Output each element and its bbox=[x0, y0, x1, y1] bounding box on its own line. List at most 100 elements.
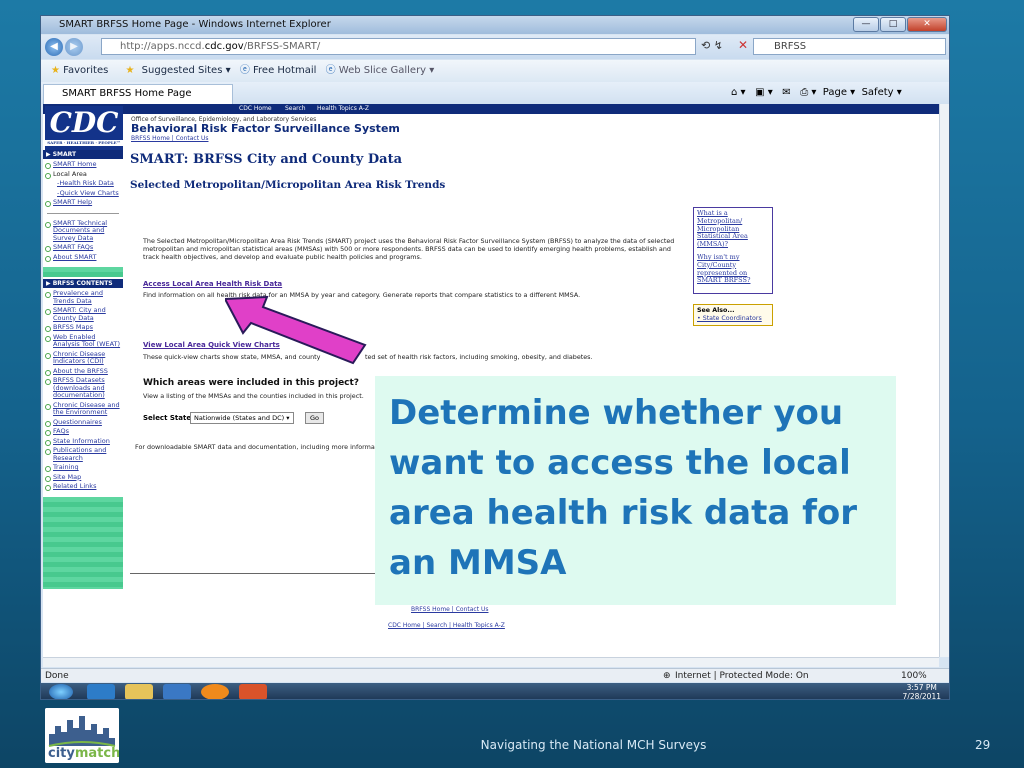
citymatch-logo: citymatch bbox=[45, 708, 119, 763]
sidebar-item[interactable]: -Health Risk Data bbox=[43, 179, 123, 188]
select-state-dropdown[interactable]: Nationwide (States and DC) ▾ bbox=[190, 412, 294, 424]
instruction-text: Determine whether you want to access the… bbox=[389, 393, 858, 583]
safety-menu[interactable]: Safety ▾ bbox=[862, 87, 902, 98]
start-button[interactable] bbox=[49, 684, 73, 699]
sidebar-item[interactable]: SMART FAQs bbox=[43, 243, 123, 252]
taskbar-ie-icon[interactable] bbox=[87, 684, 115, 699]
close-window-button[interactable]: ✕ bbox=[907, 17, 947, 32]
status-text: Done bbox=[45, 671, 69, 681]
command-bar: ⌂ ▾ ▣ ▾ ✉ ⎙ ▾ Page ▾ Safety ▾ bbox=[731, 82, 902, 104]
sidebar-item[interactable]: Site Map bbox=[43, 473, 123, 481]
stop-icon[interactable]: ✕ bbox=[738, 38, 748, 52]
sidebar-item[interactable]: Prevalence and Trends Data bbox=[43, 289, 123, 305]
sidebar-divider bbox=[47, 212, 119, 214]
sidebar-smart-header: ▶ SMART bbox=[43, 150, 123, 159]
window-title: SMART BRFSS Home Page - Windows Internet… bbox=[59, 19, 331, 30]
what-is-mmsa-link[interactable]: What is a Metropolitan/ Micropolitan Sta… bbox=[697, 209, 769, 249]
page-subheading: Selected Metropolitan/Micropolitan Area … bbox=[130, 179, 446, 191]
nav-search[interactable]: Search bbox=[285, 104, 306, 114]
nav-health-topics[interactable]: Health Topics A-Z bbox=[317, 104, 369, 114]
slide-footer-text: Navigating the National MCH Surveys bbox=[480, 738, 707, 752]
sidebar-smart-list-2: SMART Technical Documents and Survey Dat… bbox=[43, 219, 123, 261]
footer-links-cdc[interactable]: CDC Home | Search | Health Topics A-Z bbox=[388, 622, 505, 629]
page-menu[interactable]: Page ▾ bbox=[823, 87, 855, 98]
favorites-bar: ★ Favorites ★ Suggested Sites ▾ ⓔ Free H… bbox=[41, 60, 949, 82]
sidebar-item[interactable]: BRFSS Datasets (downloads and documentat… bbox=[43, 376, 123, 400]
free-hotmail-link[interactable]: Free Hotmail bbox=[253, 65, 316, 76]
select-state-value: Nationwide (States and DC) bbox=[194, 414, 285, 422]
suggested-sites-link[interactable]: Suggested Sites ▾ bbox=[142, 65, 231, 76]
cdc-logo-tagline: SAFER · HEALTHIER · PEOPLE™ bbox=[45, 140, 123, 146]
sidebar-item[interactable]: Training bbox=[43, 463, 123, 472]
forward-arrow-icon[interactable]: ▶ bbox=[65, 38, 83, 56]
access-health-risk-link[interactable]: Access Local Area Health Risk Data bbox=[143, 280, 282, 288]
search-input[interactable]: BRFSS bbox=[753, 38, 946, 55]
favorites-button[interactable]: Favorites bbox=[63, 65, 108, 76]
cdc-logo-text: CDC bbox=[49, 106, 119, 139]
ie-icon-2: ⓔ bbox=[325, 65, 336, 76]
sidebar-item[interactable]: About the BRFSS bbox=[43, 367, 123, 375]
left-sidebar: ▶ SMART SMART Home Local Area -Health Risk… bbox=[43, 150, 123, 657]
sidebar-item[interactable]: About SMART bbox=[43, 253, 123, 261]
security-zone[interactable]: Internet | Protected Mode: On bbox=[675, 669, 809, 683]
window-titlebar: SMART BRFSS Home Page - Windows Internet… bbox=[41, 16, 949, 34]
mmsa-info-box: What is a Metropolitan/ Micropolitan Sta… bbox=[693, 207, 773, 294]
taskbar-powerpoint-icon[interactable] bbox=[239, 684, 267, 699]
nav-cdc-home[interactable]: CDC Home bbox=[239, 104, 272, 114]
system-clock[interactable]: 3:57 PM 7/28/2011 bbox=[903, 683, 941, 699]
horizontal-scrollbar[interactable] bbox=[43, 657, 939, 667]
web-slice-link[interactable]: Web Slice Gallery ▾ bbox=[339, 65, 435, 76]
access-health-risk-desc: Find information on all health risk data… bbox=[143, 291, 581, 299]
sidebar-item[interactable]: State Information bbox=[43, 437, 123, 445]
header-title: Behavioral Risk Factor Surveillance Syst… bbox=[131, 122, 400, 135]
back-arrow-icon[interactable]: ◀ bbox=[45, 38, 63, 56]
sidebar-item[interactable]: Chronic Disease and the Environment bbox=[43, 401, 123, 417]
why-not-represented-link[interactable]: Why isn't my City/County represented on … bbox=[697, 253, 769, 285]
sidebar-item[interactable]: Related Links bbox=[43, 482, 123, 491]
feeds-icon[interactable]: ▣ ▾ bbox=[755, 87, 773, 98]
minimize-button[interactable]: — bbox=[853, 17, 879, 32]
add-favorite-icon[interactable]: ★ bbox=[126, 65, 135, 76]
sidebar-item[interactable]: SMART Help bbox=[43, 198, 123, 207]
tab-label: SMART BRFSS Home Page bbox=[62, 88, 192, 99]
sidebar-item[interactable]: SMART: City and County Data bbox=[43, 306, 123, 322]
zoom-level[interactable]: 100% bbox=[901, 669, 927, 683]
footer-links-brfss[interactable]: BRFSS Home | Contact Us bbox=[411, 606, 488, 613]
address-bar: ◀ ▶ http://apps.nccd.cdc.gov/BRFSS-SMART… bbox=[41, 35, 949, 59]
refresh-icon[interactable]: ⟲ ↯ bbox=[701, 39, 723, 52]
mail-icon[interactable]: ✉ bbox=[782, 87, 790, 98]
download-text: For downloadable SMART data and document… bbox=[135, 443, 375, 451]
print-icon[interactable]: ⎙ ▾ bbox=[800, 87, 816, 98]
url-input[interactable]: http://apps.nccd.cdc.gov/BRFSS-SMART/ bbox=[101, 38, 696, 55]
sidebar-item[interactable]: Web Enabled Analysis Tool (WEAT) bbox=[43, 333, 123, 349]
go-button[interactable]: Go bbox=[305, 412, 325, 424]
url-path: /BRFSS-SMART/ bbox=[243, 41, 321, 52]
header-links[interactable]: BRFSS Home | Contact Us bbox=[131, 135, 208, 142]
maximize-button[interactable]: □ bbox=[880, 17, 906, 32]
areas-heading: Which areas were included in this projec… bbox=[143, 378, 360, 388]
state-coordinators-link[interactable]: • State Coordinators bbox=[697, 315, 769, 323]
sidebar-item[interactable]: SMART Home bbox=[43, 160, 123, 169]
footer-rule bbox=[130, 573, 390, 574]
sidebar-item[interactable]: Questionnaires bbox=[43, 418, 123, 426]
sidebar-item[interactable]: FAQs bbox=[43, 427, 123, 436]
sidebar-item[interactable]: Publications and Research bbox=[43, 446, 123, 462]
star-icon: ★ bbox=[51, 65, 60, 76]
sidebar-item[interactable]: -Quick View Charts bbox=[43, 189, 123, 198]
globe-icon: ⊕ bbox=[663, 671, 671, 681]
taskbar-explorer-icon[interactable] bbox=[125, 684, 153, 699]
taskbar-media-icon[interactable] bbox=[163, 684, 191, 699]
url-domain: cdc.gov bbox=[204, 41, 244, 52]
sidebar-item[interactable]: Chronic Disease Indicators (CDI) bbox=[43, 350, 123, 366]
vertical-scrollbar[interactable] bbox=[939, 104, 949, 657]
taskbar-firefox-icon[interactable] bbox=[201, 684, 229, 699]
ie-icon: ⓔ bbox=[239, 65, 250, 76]
sidebar-item[interactable]: BRFSS Maps bbox=[43, 323, 123, 332]
tab-smart-brfss[interactable]: SMART BRFSS Home Page bbox=[43, 84, 233, 104]
quick-view-desc-tail: ted set of health risk factors, includin… bbox=[365, 353, 593, 361]
sidebar-item[interactable]: SMART Technical Documents and Survey Dat… bbox=[43, 219, 123, 243]
select-state-label: Select State: bbox=[143, 414, 194, 422]
home-icon[interactable]: ⌂ ▾ bbox=[731, 87, 746, 98]
sidebar-smart-list: SMART Home Local Area -Health Risk Data -Qu… bbox=[43, 160, 123, 207]
cdc-logo[interactable]: CDC SAFER · HEALTHIER · PEOPLE™ bbox=[45, 106, 123, 150]
